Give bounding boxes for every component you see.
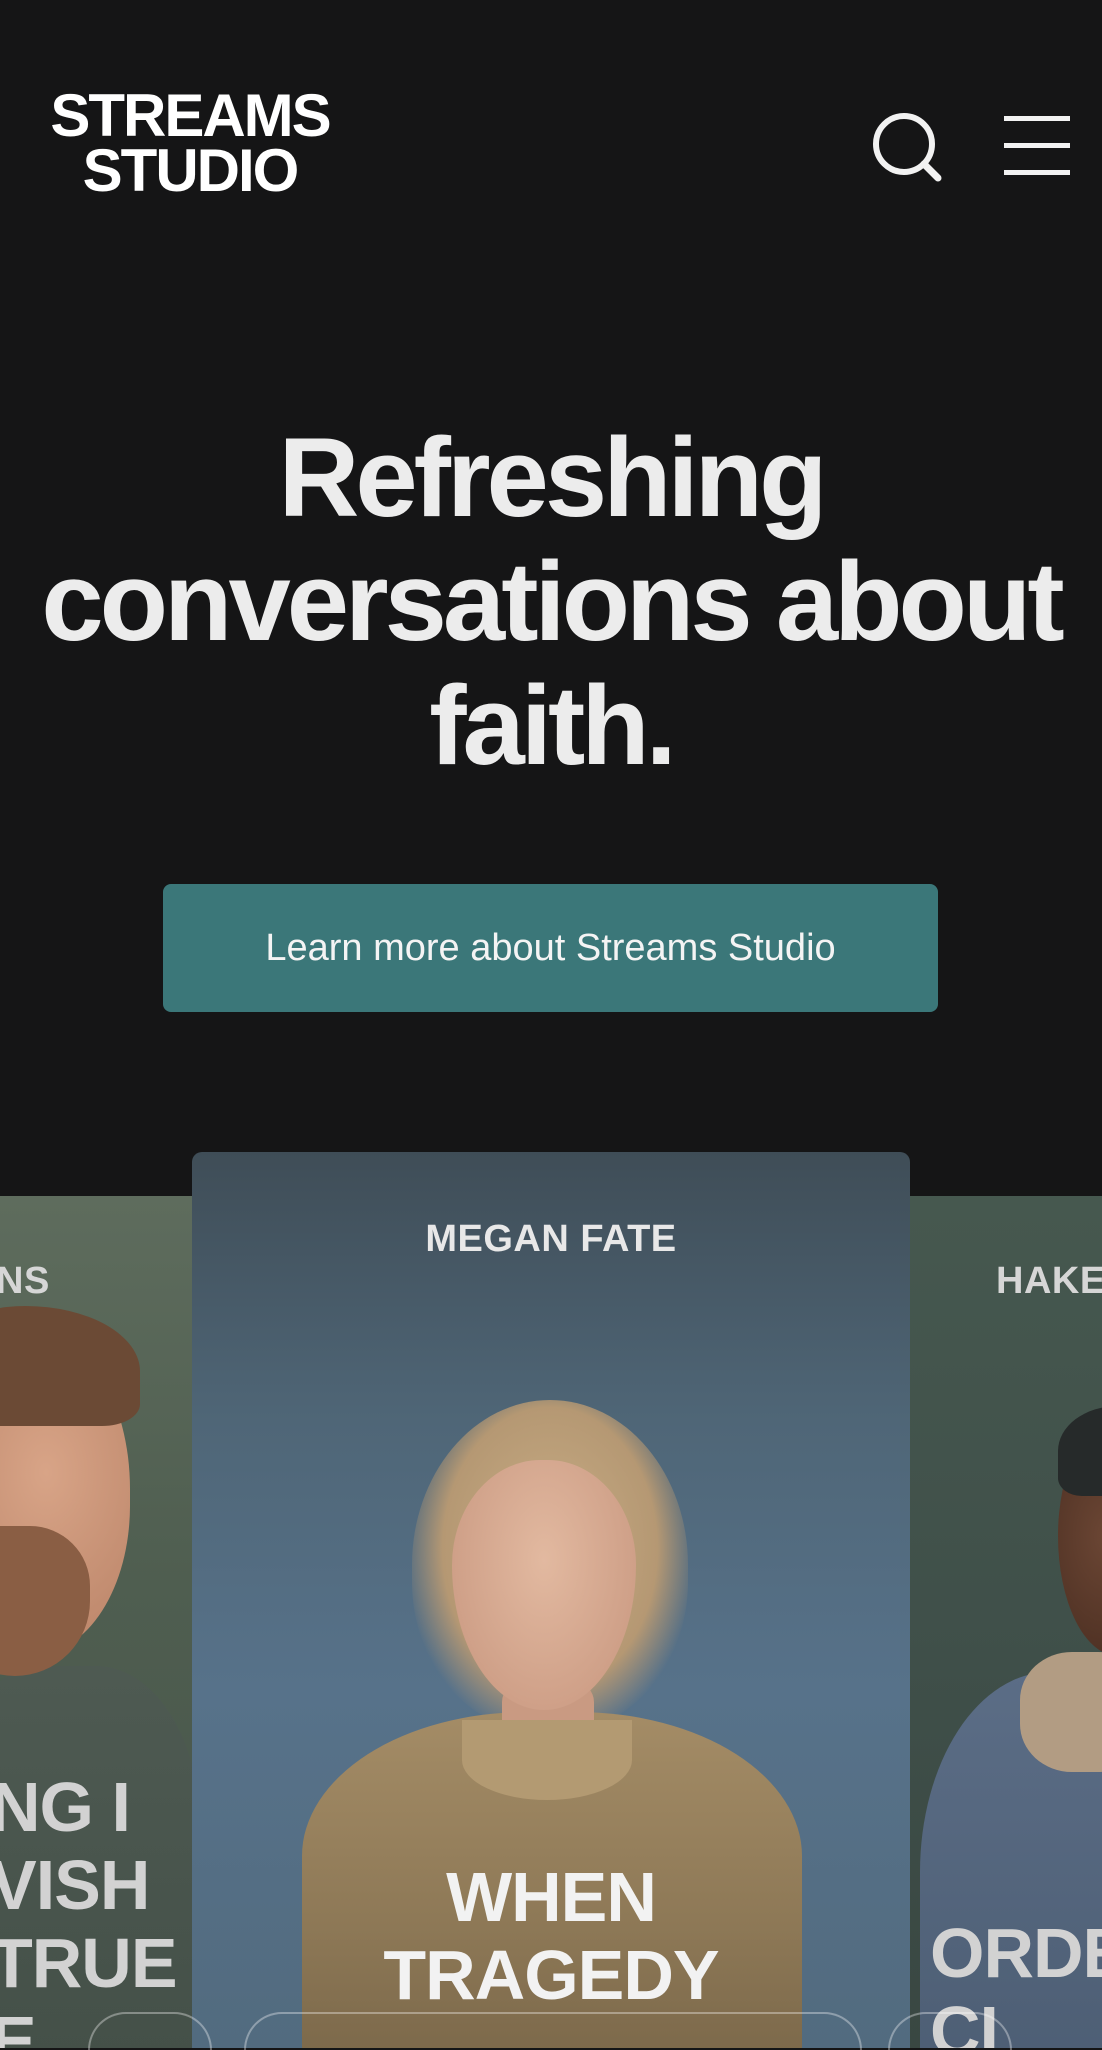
card-speaker-name: NS [0,1260,50,1302]
episode-card-left[interactable]: NS NG I VISH TRUE E [0,1196,192,2048]
card-episode-title: NG I VISH TRUE E [0,1768,178,2048]
site-header: STREAMS STUDIO [0,0,1102,240]
card-title-line: VISH [0,1846,150,1924]
hamburger-menu-icon [1004,116,1070,175]
card-title-line: TRUE [0,1924,178,2002]
search-button[interactable] [868,108,948,188]
hero-headline-line-2: conversations about [41,539,1064,664]
card-speaker-name: MEGAN FATE [425,1218,677,1260]
card-episode-title: WHEN TRAGEDY [192,1858,910,2014]
episode-card-right[interactable]: HAKEI ORDE CI [910,1196,1102,2048]
card-title-line: ORDE [930,1914,1102,1992]
carousel-next-button[interactable] [888,2012,1012,2050]
card-title-line: TRAGEDY [383,1936,719,2014]
learn-more-button[interactable]: Learn more about Streams Studio [163,884,938,1012]
carousel-prev-button[interactable] [88,2012,212,2050]
card-title-line: NG I [0,1768,131,1846]
search-icon [873,113,942,182]
menu-button[interactable] [998,108,1078,188]
card-title-line: WHEN [446,1858,657,1936]
hero-headline-line-1: Refreshing [278,415,828,540]
hero-headline-line-3: faith. [429,663,677,788]
streams-studio-logo[interactable]: STREAMS STUDIO [28,82,352,204]
hero-headline: Refreshing conversations about faith. [20,416,1082,788]
card-speaker-name: HAKEI [996,1260,1102,1302]
logo-line-2: STUDIO [82,137,300,204]
logo-line-1: STREAMS [50,82,331,149]
carousel-play-bar[interactable] [244,2012,862,2050]
carousel-controls [0,2012,1102,2050]
episode-card-center[interactable]: MEGAN FATE WHEN TRAGEDY [192,1152,910,2048]
